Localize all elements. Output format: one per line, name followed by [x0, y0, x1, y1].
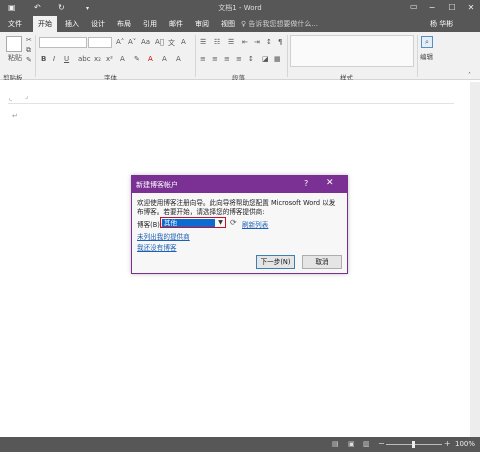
find-icon[interactable]: ⌕ [421, 36, 433, 48]
increase-indent-icon[interactable]: ⇥ [254, 38, 260, 46]
tab-insert[interactable]: 插入 [60, 16, 84, 32]
window-title: 文档1 - Word [218, 4, 262, 12]
text-effects-icon[interactable]: A [120, 55, 125, 63]
editing-button[interactable]: 编辑 [420, 51, 433, 61]
multilevel-list-icon[interactable]: ☰ [228, 38, 234, 46]
ribbon-display-icon[interactable]: ▭ [410, 2, 418, 11]
zoom-level[interactable]: 100% [455, 440, 475, 448]
format-painter-icon[interactable]: ✎ [26, 56, 32, 64]
page-top-edge [8, 103, 454, 104]
shrink-font-icon[interactable]: A˅ [128, 38, 136, 46]
minimize-button[interactable]: − [422, 0, 442, 16]
no-blog-link[interactable]: 我还没有博客 [137, 242, 177, 252]
decrease-indent-icon[interactable]: ⇤ [242, 38, 248, 46]
italic-icon[interactable]: I [53, 55, 55, 63]
tab-design[interactable]: 设计 [86, 16, 110, 32]
group-separator [195, 35, 196, 77]
zoom-slider-thumb[interactable] [412, 441, 415, 448]
underline-icon[interactable]: U [64, 55, 69, 63]
tab-file[interactable]: 文件 [4, 16, 26, 32]
new-blog-account-dialog: 新建博客帐户 ? ✕ 欢迎使用博客注册向导。此向导将帮助您配置 Microsof… [131, 175, 348, 274]
next-button[interactable]: 下一步(N) [256, 255, 295, 269]
align-right-icon[interactable]: ≡ [224, 55, 230, 63]
group-separator [287, 35, 288, 77]
clear-format-icon[interactable]: A⃠ [155, 38, 164, 46]
user-name[interactable]: 杨 华彬 [430, 16, 453, 32]
intro-text-line2: 布博客。若要开始，请选择您的博客提供商: [137, 208, 265, 216]
highlight-icon[interactable]: ✎ [134, 55, 140, 63]
dialog-title-bar: 新建博客帐户 ? ✕ [132, 176, 347, 193]
sort-icon[interactable]: ↕ [266, 38, 272, 46]
unlisted-provider-link[interactable]: 未列出我的提供商 [137, 231, 190, 241]
strikethrough-icon[interactable]: abc [78, 55, 91, 63]
title-bar: ▣ ↶ ↻ ▾ 文档1 - Word ▭ − ☐ ✕ [0, 0, 480, 16]
paragraph-mark: ↵ [12, 112, 18, 120]
subscript-icon[interactable]: x₂ [94, 55, 101, 63]
font-size-combo[interactable] [88, 37, 112, 48]
font-name-combo[interactable] [39, 37, 87, 48]
tab-references[interactable]: 引用 [138, 16, 162, 32]
tab-layout[interactable]: 布局 [112, 16, 136, 32]
tab-home[interactable]: 开始 [33, 16, 57, 32]
group-separator [35, 35, 36, 77]
show-marks-icon[interactable]: ¶ [278, 38, 282, 46]
phonetic-guide-icon[interactable]: 文 [168, 38, 175, 48]
maximize-button[interactable]: ☐ [442, 0, 462, 16]
line-spacing-icon[interactable]: ↕ [248, 55, 254, 63]
align-left-icon[interactable]: ≡ [200, 55, 206, 63]
tab-mailings[interactable]: 邮件 [164, 16, 188, 32]
align-center-icon[interactable]: ≡ [212, 55, 218, 63]
help-button[interactable]: ? [304, 179, 308, 188]
paste-icon[interactable] [6, 36, 22, 52]
bullets-icon[interactable]: ☰ [200, 38, 206, 46]
borders-icon[interactable]: ▦ [274, 55, 281, 63]
char-border-icon[interactable]: A [176, 55, 181, 63]
tell-me-search[interactable]: ♀ 告诉我您想要做什么... [241, 17, 391, 31]
chevron-down-icon[interactable]: ▼ [216, 218, 225, 227]
copy-icon[interactable]: ⧉ [26, 46, 31, 55]
vertical-scrollbar[interactable] [470, 82, 480, 437]
margin-mark: ⌞ [9, 94, 13, 102]
print-layout-icon[interactable]: ▣ [348, 440, 355, 448]
refresh-icon[interactable]: ⟳ [230, 218, 237, 227]
font-color-icon[interactable]: A [148, 55, 153, 63]
styles-gallery[interactable] [290, 35, 414, 67]
paste-button[interactable]: 粘贴 [4, 53, 26, 63]
change-case-icon[interactable]: Aa [141, 38, 150, 46]
cut-icon[interactable]: ✂ [26, 36, 32, 44]
bold-icon[interactable]: B [41, 55, 46, 63]
margin-mark: ⌟ [25, 92, 29, 100]
provider-select[interactable]: 其他 ▼ [160, 217, 226, 228]
zoom-out-icon[interactable]: − [378, 439, 385, 448]
tab-review[interactable]: 审阅 [190, 16, 214, 32]
group-separator [417, 35, 418, 77]
enclose-char-icon[interactable]: A [181, 38, 186, 46]
numbering-icon[interactable]: ☷ [214, 38, 220, 46]
ribbon-tabs: 文件 开始 插入 设计 布局 引用 邮件 审阅 视图 [0, 16, 480, 32]
tab-view[interactable]: 视图 [216, 16, 240, 32]
close-button[interactable]: ✕ [461, 0, 480, 16]
dialog-close-button[interactable]: ✕ [326, 178, 334, 188]
provider-label: 博客(B): [137, 221, 163, 229]
char-shading-icon[interactable]: A [162, 55, 167, 63]
grow-font-icon[interactable]: A˄ [116, 38, 124, 46]
zoom-in-icon[interactable]: + [444, 439, 451, 448]
provider-selected-value: 其他 [162, 219, 215, 227]
dialog-title: 新建博客帐户 [136, 181, 178, 189]
shading-icon[interactable]: ◪ [262, 55, 269, 63]
cancel-button[interactable]: 取消 [302, 255, 342, 269]
justify-icon[interactable]: ≡ [236, 55, 242, 63]
read-mode-icon[interactable]: ▤ [332, 440, 339, 448]
refresh-list-link[interactable]: 刷新列表 [242, 219, 268, 229]
superscript-icon[interactable]: x² [106, 55, 113, 63]
status-bar: ▤ ▣ ▥ − + 100% [0, 437, 480, 452]
collapse-ribbon-icon[interactable]: ˄ [468, 72, 471, 79]
web-layout-icon[interactable]: ▥ [363, 440, 370, 448]
